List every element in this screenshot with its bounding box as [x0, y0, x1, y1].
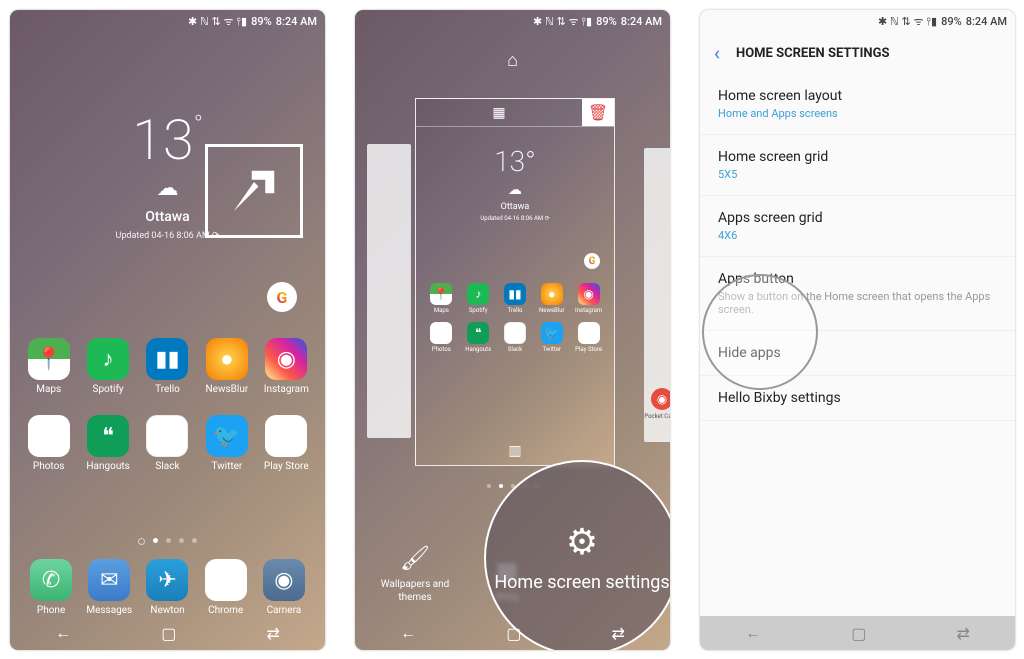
delete-page-button[interactable]: 🗑 [582, 99, 614, 126]
panel-home-screen: ✱ ℕ ⇅ ᯤ ⫯▮ 89% 8:24 AM 13° ☁ Ottawa Upda… [10, 10, 325, 650]
status-time: 8:24 AM [276, 15, 317, 28]
side-page-left[interactable] [367, 144, 411, 438]
nav-bar: ← ▢ ⇄ [10, 616, 325, 650]
maps-icon: 📍 [28, 338, 70, 380]
dock-camera[interactable]: ◉Camera [255, 559, 313, 616]
nav-recent[interactable]: ⇄ [957, 624, 970, 643]
longpress-arrow-callout [205, 144, 303, 238]
app-maps[interactable]: 📍Maps [22, 338, 75, 395]
default-home-toggle[interactable]: ▦ [416, 99, 582, 126]
page-indicator [10, 538, 325, 545]
camera-icon: ◉ [263, 559, 305, 601]
app-trello[interactable]: ▮▮Trello [141, 338, 194, 395]
app-spotify[interactable]: ♪Spotify [81, 338, 134, 395]
setting-apps-grid[interactable]: Apps screen grid 4X6 [700, 196, 1015, 257]
back-button[interactable]: ‹ [714, 41, 720, 65]
arrow-icon [227, 164, 281, 218]
status-bar: ✱ ℕ ⇅ ᯤ ⫯▮ 89% 8:24 AM [355, 10, 670, 32]
setting-bixby[interactable]: Hello Bixby settings [700, 376, 1015, 421]
photos-icon: ✦ [28, 415, 70, 457]
slack-icon: ✱ [146, 415, 188, 457]
nav-back[interactable]: ← [55, 623, 71, 643]
nav-back[interactable]: ← [400, 623, 416, 643]
hangouts-icon: ❝ [87, 415, 129, 457]
setting-home-layout[interactable]: Home screen layout Home and Apps screens [700, 74, 1015, 135]
settings-list: Home screen layout Home and Apps screens… [700, 74, 1015, 421]
dock: ✆Phone ✉Messages ✈Newton ◉Chrome ◉Camera [10, 559, 325, 616]
settings-header: ‹ HOME SCREEN SETTINGS [700, 32, 1015, 74]
nav-bar: ← ▢ ⇄ [355, 616, 670, 650]
trello-icon: ▮▮ [146, 338, 188, 380]
app-newsblur[interactable]: ●NewsBlur [200, 338, 253, 395]
battery-percent: 89% [251, 15, 272, 28]
nav-bar: ← ▢ ⇄ [700, 616, 1015, 650]
app-twitter[interactable]: 🐦Twitter [200, 415, 253, 472]
twitter-icon: 🐦 [206, 415, 248, 457]
home-page-preview[interactable]: ▦ 🗑 13° ☁ Ottawa Updated 04-16 8:06 AM ⟳… [415, 98, 615, 466]
brush-icon: 🖌 [400, 544, 430, 572]
app-playstore[interactable]: ▶Play Store [260, 415, 313, 472]
gear-icon: ⚙ [566, 521, 598, 563]
status-bar: ✱ ℕ ⇅ ᯤ ⫯▮ 89% 8:24 AM [10, 10, 325, 32]
spotify-icon: ♪ [87, 338, 129, 380]
dock-chrome[interactable]: ◉Chrome [197, 559, 255, 616]
home-indicator-icon: ⌂ [355, 50, 670, 71]
app-photos[interactable]: ✦Photos [22, 415, 75, 472]
app-slack[interactable]: ✱Slack [141, 415, 194, 472]
mini-dock-indicator: ▥ [416, 443, 614, 459]
dock-newton[interactable]: ✈Newton [138, 559, 196, 616]
instagram-icon: ◉ [265, 338, 307, 380]
nav-recent[interactable]: ⇄ [612, 624, 625, 643]
dock-messages[interactable]: ✉Messages [80, 559, 138, 616]
nav-home[interactable]: ▢ [851, 624, 866, 643]
mini-google-icon: G [584, 253, 600, 269]
google-search-button[interactable]: G [267, 282, 297, 312]
app-hangouts[interactable]: ❝Hangouts [81, 415, 134, 472]
setting-home-grid[interactable]: Home screen grid 5X5 [700, 135, 1015, 196]
app-instagram[interactable]: ◉Instagram [260, 338, 313, 395]
nav-home[interactable]: ▢ [161, 624, 176, 643]
nav-home[interactable]: ▢ [506, 624, 521, 643]
nav-recent[interactable]: ⇄ [267, 624, 280, 643]
app-grid: 📍Maps ♪Spotify ▮▮Trello ●NewsBlur ◉Insta… [10, 338, 325, 472]
newton-icon: ✈ [146, 559, 188, 601]
panel-home-edit: ✱ ℕ ⇅ ᯤ ⫯▮ 89% 8:24 AM ⌂ ▦ 🗑 13° ☁ Ottaw… [355, 10, 670, 650]
setting-apps-button[interactable]: Apps button Show a button on the Home sc… [700, 257, 1015, 331]
settings-title: HOME SCREEN SETTINGS [736, 46, 889, 61]
wallpapers-themes-button[interactable]: 🖌 Wallpapers and themes [355, 544, 475, 604]
setting-hide-apps[interactable]: Hide apps [700, 331, 1015, 376]
dock-phone[interactable]: ✆Phone [22, 559, 80, 616]
status-icons: ✱ ℕ ⇅ ᯤ ⫯▮ [188, 14, 247, 29]
side-page-right[interactable]: ◉ Pocket Casts [644, 148, 670, 442]
nav-back[interactable]: ← [745, 623, 761, 643]
chrome-icon: ◉ [205, 559, 247, 601]
pocketcasts-icon: ◉ [651, 388, 670, 410]
panel-home-settings: ✱ ℕ ⇅ ᯤ ⫯▮ 89% 8:24 AM ‹ HOME SCREEN SET… [700, 10, 1015, 650]
status-bar: ✱ ℕ ⇅ ᯤ ⫯▮ 89% 8:24 AM [700, 10, 1015, 32]
playstore-icon: ▶ [265, 415, 307, 457]
messages-icon: ✉ [88, 559, 130, 601]
phone-icon: ✆ [30, 559, 72, 601]
newsblur-icon: ● [206, 338, 248, 380]
